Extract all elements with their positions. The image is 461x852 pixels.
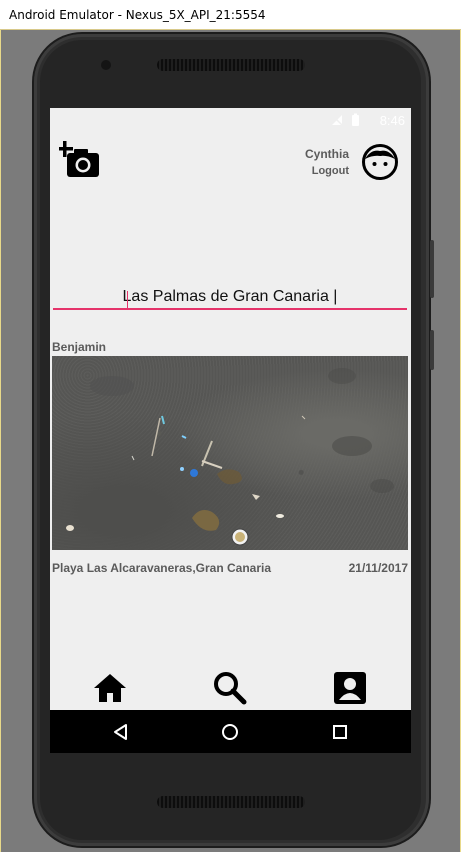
location-input[interactable] (53, 286, 407, 310)
bottom-speaker-grille (157, 796, 305, 808)
text-cursor (127, 291, 128, 308)
front-camera (101, 60, 111, 70)
post-author: Benjamin (52, 340, 107, 354)
add-photo-camera-icon[interactable] (57, 140, 103, 180)
home-circle-icon[interactable] (220, 722, 240, 742)
recents-icon[interactable] (330, 722, 350, 742)
status-bar: 8:46 (50, 108, 411, 132)
power-button[interactable] (430, 330, 434, 370)
face-icon[interactable] (361, 143, 399, 181)
system-navigation-bar (50, 710, 411, 753)
status-icons (330, 113, 366, 132)
top-speaker-grille (157, 59, 305, 71)
home-icon[interactable] (90, 668, 130, 708)
post-photo[interactable] (52, 356, 408, 550)
beach-debris-image (66, 368, 394, 546)
status-time: 8:46 (379, 113, 405, 128)
signal-battery-icon (330, 113, 359, 127)
bottom-navigation (50, 668, 411, 710)
user-name: Cynthia (304, 147, 349, 161)
search-icon[interactable] (210, 668, 250, 708)
post-date: 21/11/2017 (348, 561, 408, 575)
emulator-title: Android Emulator - Nexus_5X_API_21:5554 (9, 8, 266, 22)
post-location: Playa Las Alcaravaneras,Gran Canaria (52, 561, 272, 575)
app-screen: 8:46 Cynthia Logout Benjamin (50, 108, 411, 753)
account-box-icon[interactable] (330, 668, 370, 708)
emulator-title-bar: Android Emulator - Nexus_5X_API_21:5554 (0, 0, 461, 30)
volume-button[interactable] (430, 240, 434, 298)
back-icon[interactable] (111, 722, 131, 742)
logout-link[interactable]: Logout (312, 165, 349, 177)
